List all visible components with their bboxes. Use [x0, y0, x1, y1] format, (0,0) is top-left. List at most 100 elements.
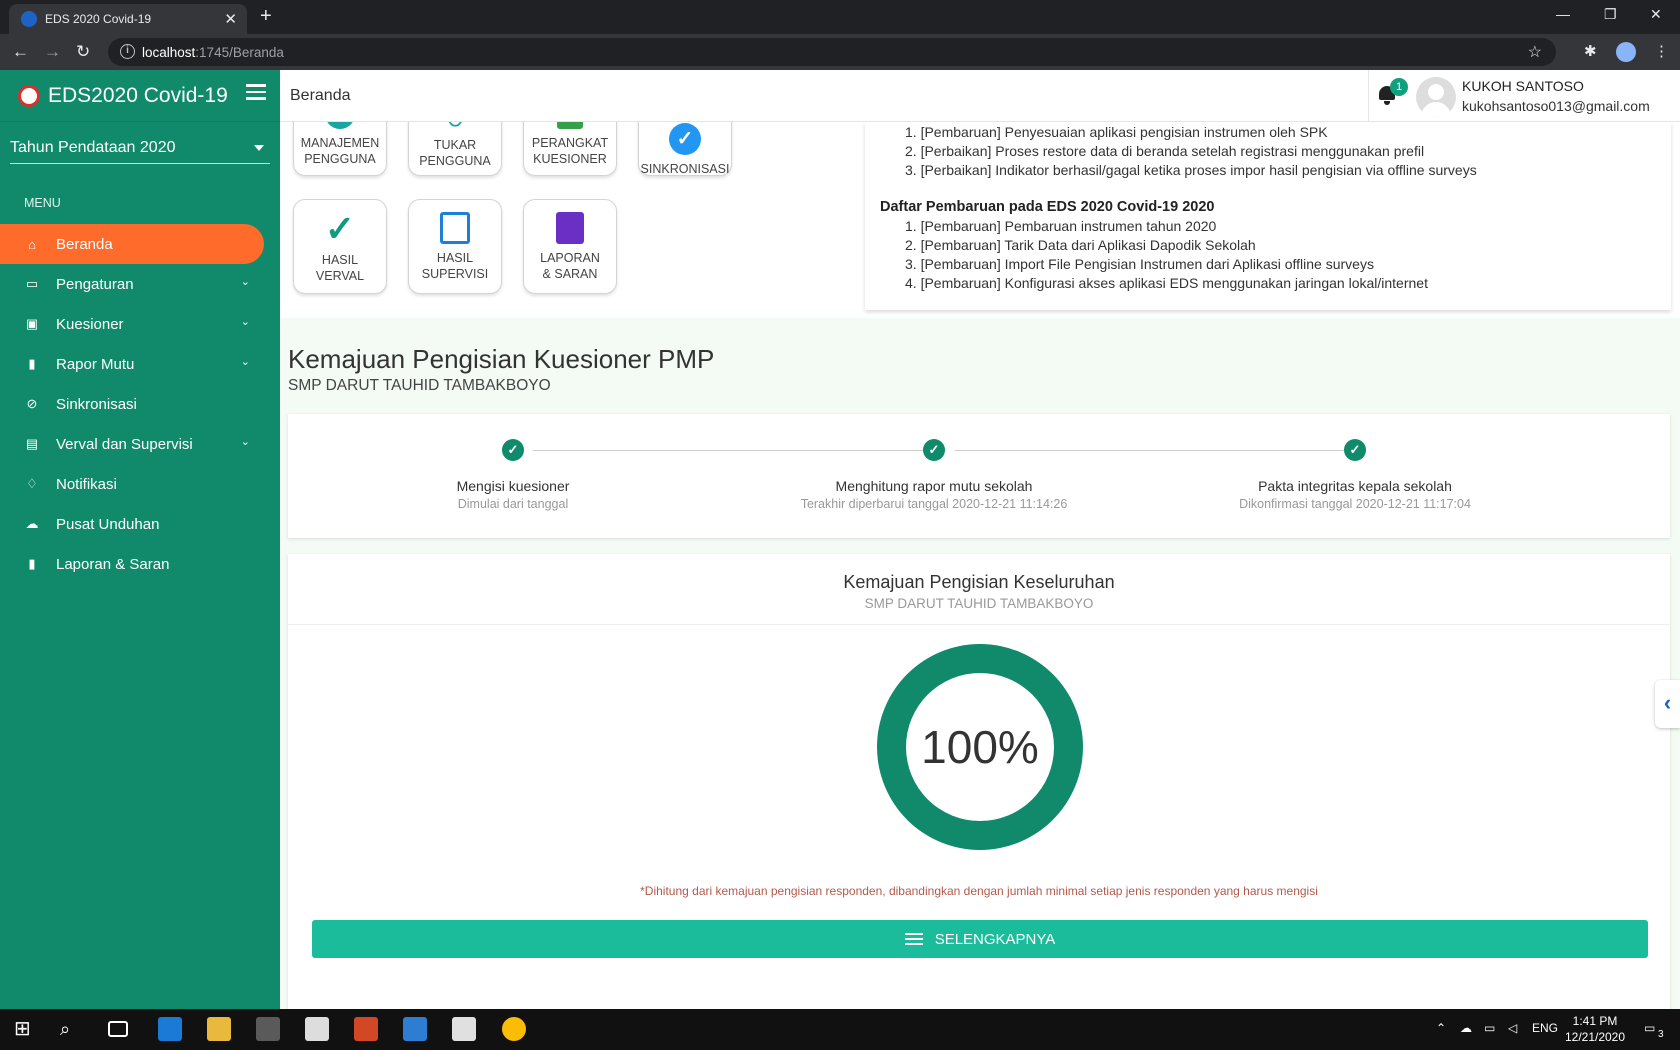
- notification-badge: 1: [1390, 78, 1408, 96]
- hamburger-icon[interactable]: [246, 84, 266, 104]
- network-icon[interactable]: ▭: [1484, 1021, 1495, 1035]
- onedrive-icon[interactable]: ☁: [1460, 1021, 1472, 1035]
- list-item: 2. [Pembaruan] Tarik Data dari Aplikasi …: [905, 237, 1256, 253]
- favicon-icon: [21, 11, 37, 27]
- list-item: 3. [Perbaikan] Indikator berhasil/gagal …: [905, 162, 1477, 178]
- restore-icon[interactable]: ❐: [1604, 6, 1617, 23]
- chrome-icon[interactable]: [502, 1017, 526, 1041]
- sidebar-item-label: Verval dan Supervisi: [56, 435, 193, 453]
- sidebar-item-beranda[interactable]: ⌂ Beranda: [0, 224, 264, 264]
- step-label: Menghitung rapor mutu sekolah: [835, 478, 1033, 494]
- close-window-icon[interactable]: ✕: [1650, 6, 1662, 23]
- new-tab-icon[interactable]: +: [260, 5, 272, 28]
- edge-icon[interactable]: [158, 1017, 182, 1041]
- browser-tab[interactable]: EDS 2020 Covid-19 ✕: [9, 4, 247, 34]
- forward-icon[interactable]: →: [44, 42, 61, 62]
- divider: [288, 624, 1670, 625]
- caret-down-icon: [254, 145, 264, 151]
- tab-title: EDS 2020 Covid-19: [45, 12, 152, 26]
- step-connector: [955, 450, 1355, 451]
- sidebar-item-kuesioner[interactable]: ▣ Kuesioner ⌄: [0, 304, 280, 344]
- back-icon[interactable]: ←: [12, 42, 29, 62]
- selengkapnya-button[interactable]: SELENGKAPNYA: [312, 920, 1648, 958]
- info-icon[interactable]: i: [120, 44, 135, 59]
- store-icon[interactable]: [256, 1017, 280, 1041]
- tile-perangkat-kuesioner[interactable]: PERANGKAT KUESIONER: [523, 122, 617, 176]
- app-window-icon[interactable]: [452, 1017, 476, 1041]
- action-center-icon[interactable]: ▭: [1644, 1021, 1655, 1035]
- step-label: Mengisi kuesioner: [456, 478, 570, 494]
- minimize-icon[interactable]: —: [1556, 6, 1570, 22]
- year-select[interactable]: Tahun Pendataan 2020: [10, 132, 270, 164]
- sidebar-item-pusat-unduhan[interactable]: ☁ Pusat Unduhan: [0, 504, 280, 544]
- language[interactable]: ENG: [1532, 1021, 1558, 1035]
- tile-hasil-verval[interactable]: ✓ HASIL VERVAL: [293, 199, 387, 294]
- url-field[interactable]: i localhost:1745/Beranda ☆: [108, 38, 1556, 66]
- home-icon: ⌂: [28, 236, 36, 252]
- brand[interactable]: EDS2020 Covid-19: [0, 70, 280, 122]
- tray-chevron-icon[interactable]: ⌃: [1436, 1021, 1446, 1035]
- sidebar-menu: ⌂ Beranda ▭ Pengaturan ⌄ ▣ Kuesioner ⌄ ▮…: [0, 224, 280, 584]
- chevron-down-icon: ⌄: [240, 436, 250, 448]
- search-icon[interactable]: ⌕: [60, 1017, 84, 1041]
- reload-icon[interactable]: ↻: [76, 42, 90, 62]
- button-label: SELENGKAPNYA: [934, 930, 1056, 948]
- sidebar-item-laporan[interactable]: ▮ Laporan & Saran: [0, 544, 280, 584]
- sidebar-item-pengaturan[interactable]: ▭ Pengaturan ⌄: [0, 264, 280, 304]
- main-content: MANAJEMEN PENGGUNA ↻ TUKAR PENGGUNA PERA…: [280, 122, 1680, 1009]
- sidebar-item-label: Pusat Unduhan: [56, 515, 160, 533]
- sidebar-item-verval[interactable]: ▤ Verval dan Supervisi ⌄: [0, 424, 280, 464]
- step-sub: Terakhir diperbarui tanggal 2020-12-21 1…: [800, 497, 1068, 511]
- volume-icon[interactable]: ◁: [1508, 1021, 1517, 1035]
- bookmark-star-icon[interactable]: ☆: [1528, 42, 1542, 62]
- sidebar-item-sinkronisasi[interactable]: ⊘ Sinkronisasi: [0, 384, 280, 424]
- windows-start-icon[interactable]: ⊞: [14, 1017, 38, 1041]
- mail-icon[interactable]: [305, 1017, 329, 1041]
- sidebar-item-label: Beranda: [56, 235, 113, 253]
- avatar[interactable]: [1416, 77, 1456, 117]
- menu-label: MENU: [24, 196, 61, 210]
- swap-user-icon: ↻: [442, 122, 468, 132]
- sidebar-item-rapor-mutu[interactable]: ▮ Rapor Mutu ⌄: [0, 344, 280, 384]
- menu-dots-icon[interactable]: ⋮: [1654, 42, 1669, 60]
- cloud-download-icon: ☁: [25, 516, 39, 531]
- extensions-icon[interactable]: ✱: [1584, 42, 1597, 60]
- url-host: localhost: [142, 44, 196, 60]
- user-name[interactable]: KUKOH SANTOSO: [1462, 78, 1584, 94]
- calendar-icon: [440, 212, 470, 244]
- tile-label: KUESIONER: [533, 152, 607, 166]
- page-title: Beranda: [290, 87, 351, 104]
- ticket-icon: ▣: [25, 316, 39, 331]
- monitor-icon: ▭: [25, 276, 39, 291]
- task-view-icon[interactable]: [108, 1021, 128, 1037]
- tile-manajemen-pengguna[interactable]: MANAJEMEN PENGGUNA: [293, 122, 387, 176]
- tile-sinkronisasi[interactable]: ✓ SINKRONISASI: [638, 122, 732, 176]
- file-explorer-icon[interactable]: [207, 1017, 231, 1041]
- taskbar: ⊞ ⌕ ⌃ ☁ ▭ ◁ ENG 1:41 PM 12/21/2020 ▭ 3: [0, 1009, 1680, 1050]
- tile-tukar-pengguna[interactable]: ↻ TUKAR PENGGUNA: [408, 122, 502, 176]
- progress-donut: 100%: [877, 644, 1083, 850]
- app-icon[interactable]: [403, 1017, 427, 1041]
- sidebar-item-label: Pengaturan: [56, 275, 134, 293]
- list-item: 1. [Pembaruan] Pembaruan instrumen tahun…: [905, 218, 1217, 234]
- document-icon: ▤: [25, 436, 39, 451]
- close-tab-icon[interactable]: ✕: [224, 10, 237, 28]
- update-heading: Daftar Pembaruan pada EDS 2020 Covid-19 …: [880, 199, 1215, 215]
- user-manage-icon: [325, 122, 355, 129]
- progress-percent: 100%: [906, 673, 1054, 821]
- book-icon: [556, 212, 584, 244]
- clock[interactable]: 1:41 PM 12/21/2020: [1560, 1013, 1630, 1045]
- list-item: 4. [Pembaruan] Konfigurasi akses aplikas…: [905, 275, 1428, 291]
- tile-laporan-saran[interactable]: LAPORAN & SARAN: [523, 199, 617, 294]
- sidebar-item-label: Kuesioner: [56, 315, 124, 333]
- update-news-panel: 1. [Pembaruan] Penyesuaian aplikasi peng…: [865, 122, 1671, 310]
- powerpoint-icon[interactable]: [354, 1017, 378, 1041]
- collapse-panel-tab[interactable]: ‹: [1655, 680, 1680, 728]
- tile-label: SUPERVISI: [421, 267, 489, 281]
- sidebar-item-notifikasi[interactable]: ♢ Notifikasi: [0, 464, 280, 504]
- profile-icon[interactable]: [1616, 42, 1636, 62]
- step-label: Pakta integritas kepala sekolah: [1258, 478, 1452, 494]
- tile-hasil-supervisi[interactable]: HASIL SUPERVISI: [408, 199, 502, 294]
- tile-label: HASIL: [436, 251, 474, 265]
- form-icon: [557, 122, 583, 129]
